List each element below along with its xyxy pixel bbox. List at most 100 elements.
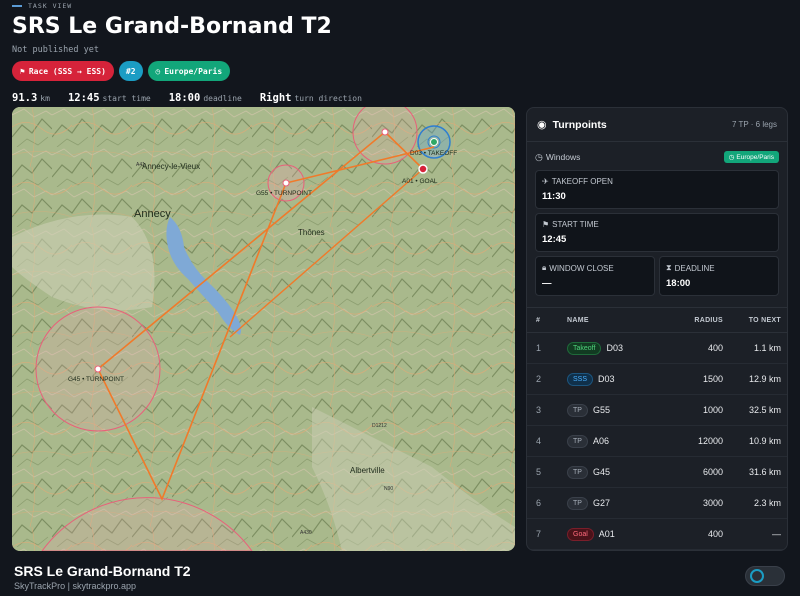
row-radius: 12000: [697, 436, 723, 446]
panel-header: ◉ Turnpoints 7 TP · 6 legs: [527, 108, 787, 142]
row-radius: 6000: [702, 467, 723, 477]
theme-toggle-button[interactable]: [745, 566, 785, 586]
stat-turn-value: Right: [259, 92, 292, 104]
stat-deadline-unit: deadline: [203, 94, 242, 103]
windows-timezone-label: Europe/Paris: [736, 153, 774, 161]
row-name: D03: [598, 374, 615, 384]
task-header: TASK VIEW SRS Le Grand-Bornand T2 Not pu…: [12, 0, 788, 106]
table-row[interactable]: 1 Takeoff D03 400 1.1 km: [527, 333, 787, 364]
takeoff-open-label: TAKEOFF OPEN: [551, 177, 613, 186]
footer-title: SRS Le Grand-Bornand T2: [14, 563, 191, 579]
stat-deadline-value: 18:00: [168, 92, 201, 104]
toggle-knob-icon: [750, 569, 764, 583]
col-idx: #: [536, 316, 541, 324]
stat-turn-unit: turn direction: [294, 94, 362, 103]
target-icon: ◉: [537, 119, 547, 131]
timezone-chip[interactable]: ◷ Europe/Paris: [147, 61, 231, 81]
footer-bar: SRS Le Grand-Bornand T2 SkyTrackPro | sk…: [0, 556, 800, 596]
stat-start-value: 12:45: [67, 92, 100, 104]
row-next: —: [772, 529, 781, 539]
panel-title: Turnpoints: [552, 118, 607, 131]
windows-label: Windows: [545, 152, 581, 162]
stat-turn-direction: Right turn direction: [260, 86, 362, 105]
kicker: TASK VIEW: [12, 2, 72, 10]
type-badge: TP: [567, 434, 588, 448]
start-time-card: ⚑ START TIME 12:45: [535, 213, 779, 252]
row-name: D03: [606, 343, 623, 353]
row-idx: 3: [536, 405, 542, 415]
place-label: Albertville: [350, 466, 385, 475]
place-label: Thônes: [298, 228, 325, 237]
row-idx: 6: [536, 498, 542, 508]
marker-d03[interactable]: [430, 138, 438, 146]
row-radius: 1500: [702, 374, 723, 384]
deadline-label: DEADLINE: [674, 263, 715, 273]
stat-deadline: 18:00 deadline: [169, 86, 242, 105]
row-idx: 4: [536, 436, 542, 446]
tp-label-d03: D03 • TAKEOFF: [410, 150, 457, 157]
race-chip[interactable]: ⚑ Race (SSS → ESS): [12, 61, 114, 81]
takeoff-open-card: ✈ TAKEOFF OPEN 11:30: [535, 170, 779, 209]
plane-icon: ✈: [542, 177, 549, 186]
row-next: 12.9 km: [748, 374, 781, 384]
window-close-card: 🔒︎ WINDOW CLOSE —: [535, 256, 655, 296]
tp-label-a01: A01 • GOAL: [402, 178, 438, 185]
takeoff-open-value: 11:30: [542, 191, 566, 202]
tp-label-g55: G55 • TURNPOINT: [256, 190, 312, 197]
table-header: # NAME RADIUS TO NEXT: [527, 307, 787, 333]
window-grid: 🔒︎ WINDOW CLOSE — ⧗ DEADLINE 18:00: [535, 252, 779, 296]
map-canvas[interactable]: Annecy-le-Vieux Annecy Thônes Albertvill…: [12, 107, 515, 551]
type-badge: Goal: [567, 527, 594, 541]
stat-start-time: 12:45 start time: [68, 86, 151, 105]
task-stats: 91.3 km 12:45 start time 18:00 deadline Rig…: [12, 86, 362, 105]
window-close-value: —: [542, 278, 552, 289]
task-number-chip[interactable]: #2: [118, 61, 143, 81]
page-title: SRS Le Grand-Bornand T2: [12, 14, 332, 39]
row-idx: 2: [536, 374, 542, 384]
row-name: G45: [592, 467, 610, 477]
marker-g27[interactable]: [381, 128, 389, 136]
place-label: Annecy: [134, 208, 171, 220]
marker-g45[interactable]: [94, 365, 102, 373]
clock-icon: ◷: [728, 154, 735, 161]
deadline-card: ⧗ DEADLINE 18:00: [659, 256, 779, 296]
clock-icon: ◷: [535, 151, 543, 162]
row-radius: 3000: [702, 498, 723, 508]
table-row[interactable]: 5 TP G45 6000 31.6 km: [527, 457, 787, 488]
table-row[interactable]: 6 TP G27 3000 2.3 km: [527, 488, 787, 519]
task-map[interactable]: Annecy-le-Vieux Annecy Thônes Albertvill…: [12, 107, 515, 551]
row-next: 10.9 km: [748, 436, 781, 446]
type-badge: TP: [567, 496, 588, 510]
row-next: 32.5 km: [748, 405, 781, 415]
race-chip-label: Race (SSS → ESS): [28, 66, 106, 76]
table-row[interactable]: 7 Goal A01 400 —: [527, 519, 787, 550]
row-next: 1.1 km: [753, 343, 781, 353]
row-next: 2.3 km: [753, 498, 781, 508]
col-next: TO NEXT: [748, 316, 781, 324]
type-badge: Takeoff: [567, 341, 602, 355]
col-name: NAME: [567, 316, 589, 324]
row-idx: 5: [536, 467, 542, 477]
flag-icon: ⚑: [542, 220, 550, 229]
col-radius: RADIUS: [694, 316, 723, 324]
publish-status: Not published yet: [12, 45, 99, 55]
table-row[interactable]: 3 TP G55 1000 32.5 km: [527, 395, 787, 426]
marker-g55[interactable]: [282, 179, 290, 187]
stat-distance: 91.3 km: [12, 86, 50, 105]
task-chips: ⚑ Race (SSS → ESS) #2 ◷ Europe/Paris: [12, 61, 231, 81]
table-row[interactable]: 2 SSS D03 1500 12.9 km: [527, 364, 787, 395]
table-row[interactable]: 4 TP A06 12000 10.9 km: [527, 426, 787, 457]
marker-a01[interactable]: [418, 164, 428, 174]
road-label: A41: [136, 162, 145, 168]
type-badge: SSS: [567, 372, 594, 386]
lock-icon: 🔒︎: [542, 263, 547, 272]
stat-start-unit: start time: [102, 94, 151, 103]
row-name: A01: [598, 529, 615, 539]
road-label: D1212: [372, 423, 387, 429]
start-time-label: START TIME: [552, 220, 599, 229]
windows-section: ◷ Windows ◷ Europe/Paris ✈ TAKEOFF OPEN 1…: [535, 148, 779, 296]
row-idx: 7: [536, 529, 542, 539]
windows-timezone-badge: ◷ Europe/Paris: [723, 151, 779, 163]
row-radius: 1000: [702, 405, 723, 415]
task-number-label: #2: [125, 66, 136, 76]
